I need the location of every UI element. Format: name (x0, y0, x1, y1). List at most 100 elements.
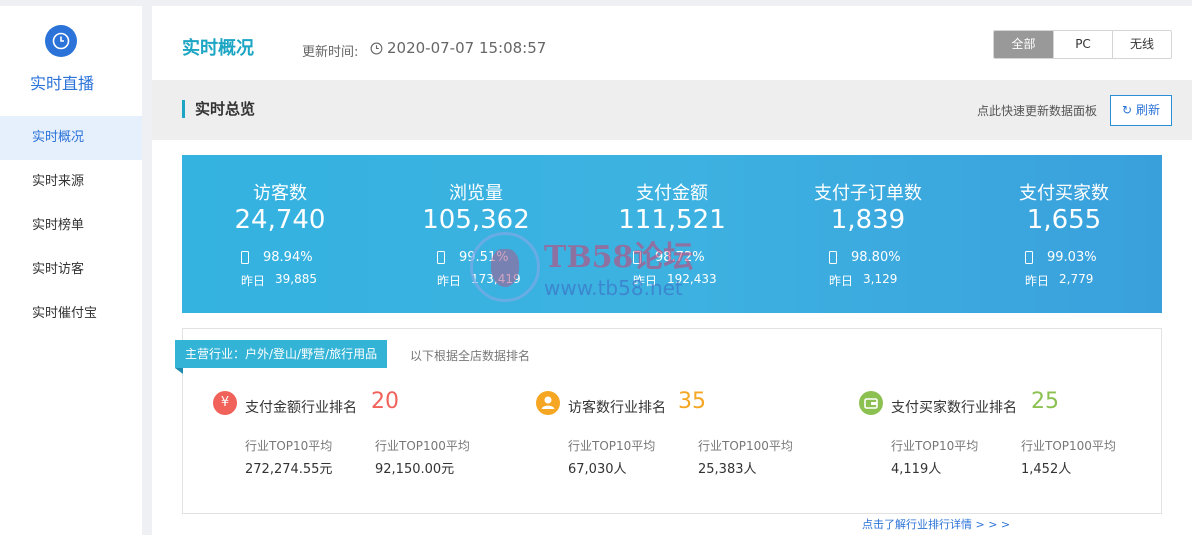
clock-icon (45, 25, 77, 57)
phone-icon (633, 251, 641, 264)
stat-sub-orders: 支付子订单数 1,839 98.80% 昨日 3,129 (770, 155, 966, 313)
rank-top100-label: 行业TOP100平均 (375, 439, 470, 453)
tab-pc[interactable]: PC (1053, 31, 1112, 58)
stat-label: 支付子订单数 (814, 183, 922, 204)
stat-mobile: 98.72% (633, 250, 705, 265)
rank-top10: 行业TOP10平均 4,119人 (891, 437, 978, 477)
update-time-value: 2020-07-07 15:08:57 (387, 39, 547, 57)
stat-value: 111,521 (618, 205, 726, 235)
stat-yesterday-label: 昨日 (1025, 274, 1050, 288)
overview-bar: 实时总览 点此快速更新数据面板 ↻ 刷新 (152, 80, 1192, 140)
stat-yesterday-value: 173,419 (471, 272, 521, 286)
stat-mobile: 98.80% (829, 250, 901, 265)
stat-yesterday: 昨日 39,885 (241, 272, 317, 289)
sidebar-item-source[interactable]: 实时来源 (0, 160, 142, 204)
rank-top10-value: 272,274.55元 (245, 462, 333, 477)
stat-yesterday-value: 192,433 (667, 272, 717, 286)
stat-yesterday-value: 2,779 (1059, 272, 1094, 286)
rank-label: 访客数行业排名 (568, 400, 666, 416)
stat-payment-amount: 支付金额 111,521 98.72% 昨日 192,433 (574, 155, 770, 313)
stat-value: 1,839 (830, 205, 906, 235)
refresh-icon: ↻ (1122, 103, 1133, 117)
stat-mobile-pct: 98.94% (263, 250, 313, 265)
stat-yesterday: 昨日 173,419 (437, 272, 521, 289)
stat-buyers: 支付买家数 1,655 99.03% 昨日 2,779 (966, 155, 1162, 313)
rank-visitors: 访客数行业排名 35 行业TOP10平均 67,030人 行业TOP100平均 25… (536, 389, 836, 489)
rank-top10: 行业TOP10平均 272,274.55元 (245, 437, 332, 477)
stat-yesterday: 昨日 3,129 (829, 272, 897, 289)
industry-tag: 主营行业：户外/登山/野营/旅行用品 (175, 340, 388, 374)
stat-value: 24,740 (234, 205, 326, 235)
stat-pageviews: 浏览量 105,362 99.51% 昨日 173,419 (378, 155, 574, 313)
rank-top10-label: 行业TOP10平均 (891, 439, 979, 453)
phone-icon (1025, 251, 1033, 264)
rank-top100-label: 行业TOP100平均 (698, 439, 793, 453)
rank-top100: 行业TOP100平均 1,452人 (1021, 437, 1116, 477)
rank-top10: 行业TOP10平均 67,030人 (568, 437, 655, 477)
stat-yesterday-label: 昨日 (829, 274, 854, 288)
industry-details-link[interactable]: 点击了解行业排行详情 > > > (862, 516, 1010, 532)
sidebar-item-payment-reminder[interactable]: 实时催付宝 (0, 292, 142, 336)
refresh-button[interactable]: ↻ 刷新 (1110, 95, 1172, 126)
stat-value: 105,362 (422, 205, 530, 235)
stat-mobile: 99.03% (1025, 250, 1097, 265)
sidebar-title: 实时直播 (29, 74, 94, 93)
stat-mobile: 98.94% (241, 250, 313, 265)
rank-number: 25 (1031, 389, 1059, 414)
device-tabs: 全部 PC 无线 (993, 30, 1172, 59)
rank-top100-label: 行业TOP100平均 (1021, 439, 1116, 453)
page-title: 实时概况 (182, 38, 254, 59)
rank-buyers: 支付买家数行业排名 25 行业TOP10平均 4,119人 行业TOP100平均 1… (859, 389, 1159, 489)
rank-payment-amount: ¥ 支付金额行业排名 20 行业TOP10平均 272,274.55元 行业TOP… (213, 389, 513, 489)
sidebar-item-ranking[interactable]: 实时榜单 (0, 204, 142, 248)
phone-icon (241, 251, 249, 264)
stat-label: 访客数 (253, 183, 307, 204)
stat-label: 支付金额 (636, 183, 708, 204)
stat-mobile-pct: 98.80% (851, 250, 901, 265)
update-time-label: 更新时间: (302, 45, 359, 60)
overview-hint: 点此快速更新数据面板 (977, 104, 1098, 118)
sidebar-item-visitors[interactable]: 实时访客 (0, 248, 142, 292)
stats-banner: 访客数 24,740 98.94% 昨日 39,885 浏览量 105,362 9… (182, 155, 1162, 313)
stat-yesterday: 昨日 2,779 (1025, 272, 1093, 289)
rank-top10-value: 4,119人 (891, 462, 942, 477)
stat-yesterday-label: 昨日 (241, 274, 266, 288)
phone-icon (437, 251, 445, 264)
clock-small-icon (370, 42, 383, 54)
industry-panel: 主营行业：户外/登山/野营/旅行用品 以下根据全店数据排名 ¥ 支付金额行业排名… (175, 328, 1162, 514)
tab-wireless[interactable]: 无线 (1112, 31, 1171, 58)
rank-top100: 行业TOP100平均 92,150.00元 (375, 437, 470, 477)
industry-note: 以下根据全店数据排名 (410, 349, 531, 363)
rank-label: 支付金额行业排名 (245, 400, 357, 416)
rank-top10-label: 行业TOP10平均 (245, 439, 333, 453)
rank-label: 支付买家数行业排名 (891, 400, 1017, 416)
stat-yesterday-label: 昨日 (437, 274, 462, 288)
wallet-icon (859, 391, 883, 415)
rank-top100-value: 1,452人 (1021, 462, 1072, 477)
stat-mobile-pct: 99.51% (459, 250, 509, 265)
header: 实时概况 更新时间: 2020-07-07 15:08:57 全部 PC 无线 (152, 6, 1192, 80)
stat-visitors: 访客数 24,740 98.94% 昨日 39,885 (182, 155, 378, 313)
rank-top10-label: 行业TOP10平均 (568, 439, 656, 453)
stat-mobile: 99.51% (437, 250, 509, 265)
rank-number: 20 (371, 389, 399, 414)
sidebar-nav: 实时概况 实时来源 实时榜单 实时访客 实时催付宝 (0, 116, 142, 336)
phone-icon (829, 251, 837, 264)
stat-mobile-pct: 99.03% (1047, 250, 1097, 265)
rank-top100-value: 92,150.00元 (375, 462, 455, 477)
tab-all[interactable]: 全部 (994, 31, 1053, 58)
stat-yesterday-value: 39,885 (275, 272, 318, 286)
rank-top100-value: 25,383人 (698, 462, 757, 477)
sidebar: 实时直播 实时概况 实时来源 实时榜单 实时访客 实时催付宝 (0, 6, 142, 535)
stat-yesterday-label: 昨日 (633, 274, 658, 288)
refresh-label: 刷新 (1135, 103, 1160, 117)
stat-yesterday: 昨日 192,433 (633, 272, 717, 289)
stat-label: 浏览量 (449, 183, 503, 204)
yen-icon: ¥ (213, 391, 237, 415)
rank-number: 35 (678, 389, 706, 414)
overview-title: 实时总览 (182, 100, 255, 118)
sidebar-item-overview[interactable]: 实时概况 (0, 116, 142, 160)
rank-top10-value: 67,030人 (568, 462, 627, 477)
main-panel: 实时概况 更新时间: 2020-07-07 15:08:57 全部 PC 无线 … (152, 6, 1192, 535)
stat-mobile-pct: 98.72% (655, 250, 705, 265)
